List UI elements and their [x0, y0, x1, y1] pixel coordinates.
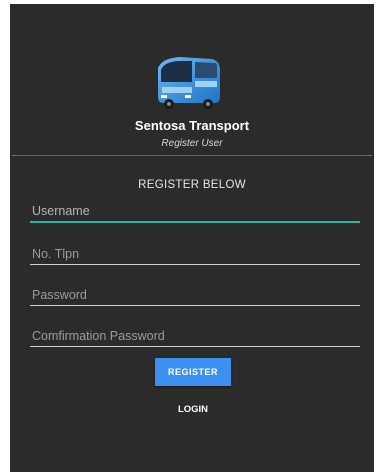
register-screen: Sentosa Transport Register User REGISTER… — [10, 4, 374, 472]
confirm-password-input[interactable] — [30, 325, 360, 347]
username-input[interactable] — [30, 201, 360, 223]
phone-field — [30, 243, 360, 265]
login-button[interactable]: LOGIN — [160, 400, 226, 418]
form-heading: REGISTER BELOW — [138, 179, 246, 191]
page-subtitle: Register User — [161, 138, 223, 149]
register-button[interactable]: REGISTER — [155, 358, 231, 386]
bus-icon — [158, 57, 220, 109]
password-field — [30, 284, 360, 306]
password-input[interactable] — [30, 284, 360, 306]
phone-input[interactable] — [30, 243, 360, 265]
header-divider — [12, 155, 372, 156]
confirm-password-field — [30, 325, 360, 347]
username-field — [30, 201, 360, 223]
app-title: Sentosa Transport — [134, 118, 250, 133]
